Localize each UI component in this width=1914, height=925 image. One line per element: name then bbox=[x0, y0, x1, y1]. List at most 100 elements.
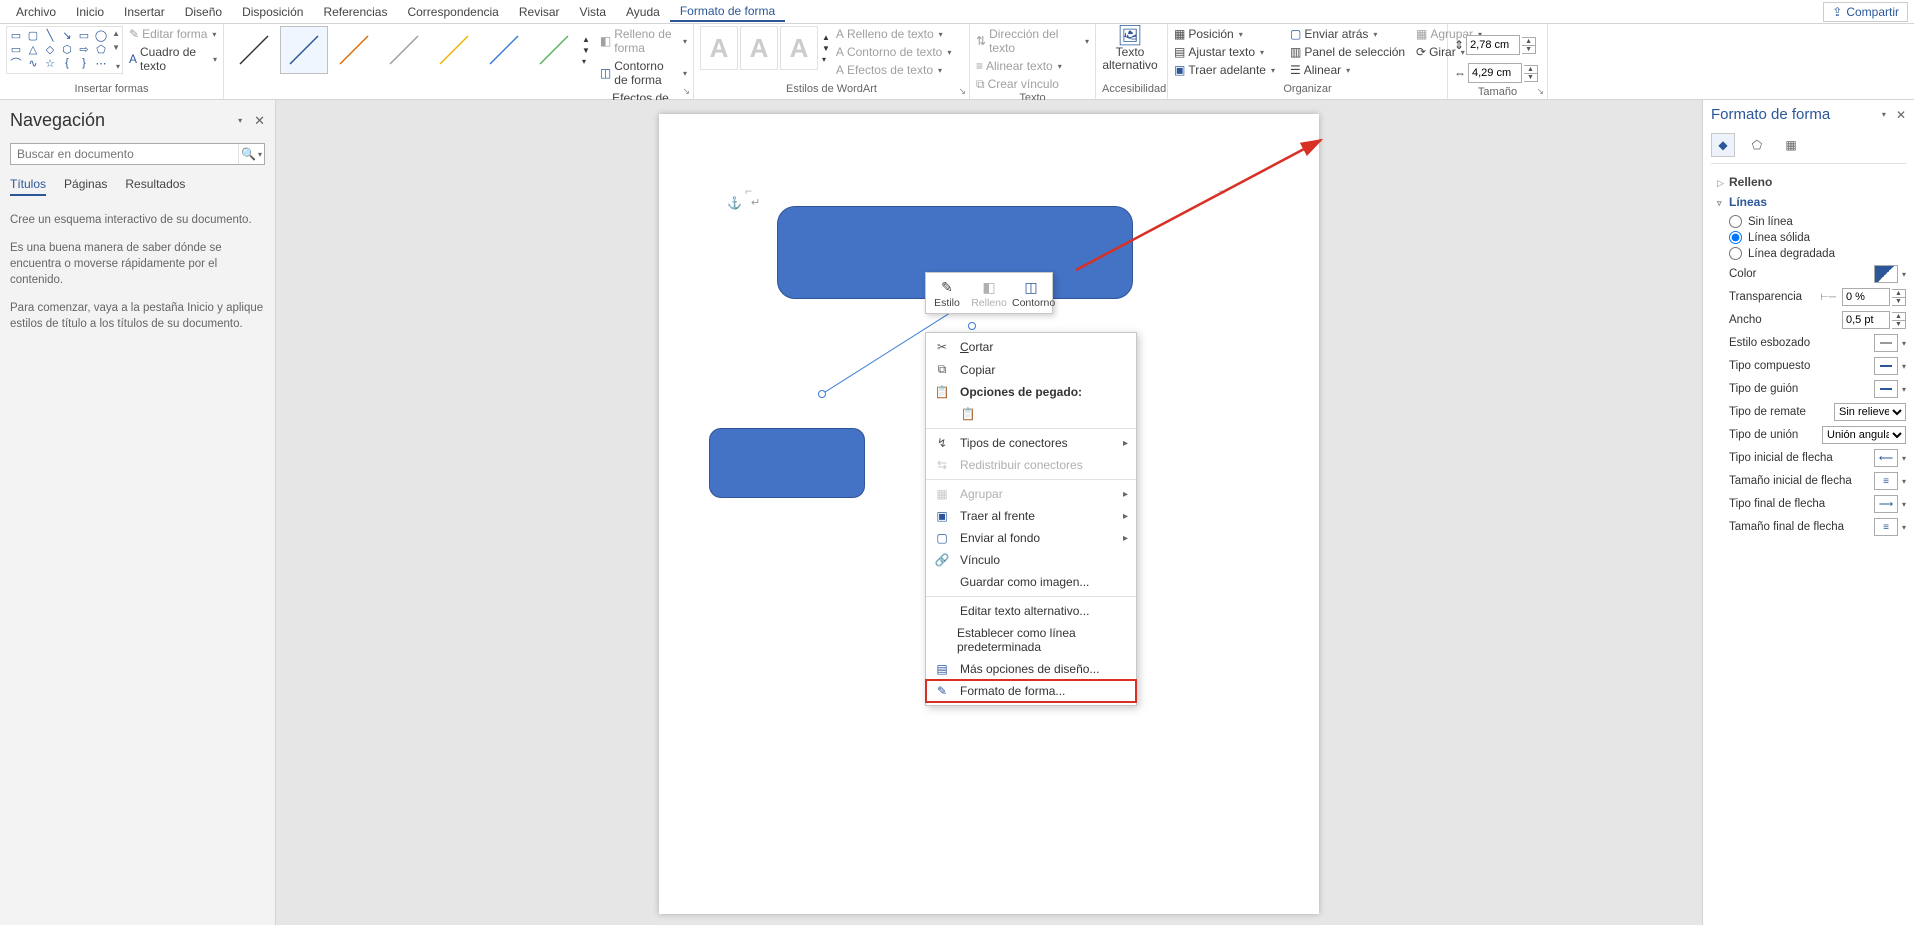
end-arrow-dropdown[interactable]: ⟶ bbox=[1874, 495, 1898, 513]
alt-text-button[interactable]: 🖼 Texto alternativo bbox=[1102, 26, 1158, 72]
ctx-sep-1 bbox=[926, 428, 1136, 429]
fp-tab-effects[interactable]: ⬠ bbox=[1745, 133, 1769, 157]
ctx-save-image[interactable]: Guardar como imagen... bbox=[926, 571, 1136, 593]
begin-size-dropdown[interactable]: ≡ bbox=[1874, 472, 1898, 490]
ctx-alt-text[interactable]: Editar texto alternativo... bbox=[926, 600, 1136, 622]
menu-vista[interactable]: Vista bbox=[570, 3, 616, 21]
wrap-text-button[interactable]: ▤Ajustar texto▾ bbox=[1174, 44, 1284, 60]
document-canvas[interactable]: ⌐ ¬ ⚓ ↵ ✎Estilo ◧Relleno ◫Contorno ✂Cort… bbox=[276, 100, 1702, 925]
edit-shape-button[interactable]: ✎Editar forma▾ bbox=[129, 26, 217, 42]
connector-handle-mid[interactable] bbox=[968, 322, 976, 330]
share-button[interactable]: ⇪Compartir bbox=[1823, 2, 1908, 22]
wordart-gallery-scroll[interactable]: ▲▼▾ bbox=[822, 33, 830, 64]
height-input[interactable] bbox=[1466, 35, 1520, 55]
nav-tabs: Títulos Páginas Resultados bbox=[10, 177, 265, 196]
radio-solid-line[interactable]: Línea sólida bbox=[1729, 231, 1906, 244]
nav-tab-pages[interactable]: Páginas bbox=[64, 177, 107, 196]
menu-inicio[interactable]: Inicio bbox=[66, 3, 114, 21]
bring-forward-button[interactable]: ▣Traer adelante▾ bbox=[1174, 62, 1284, 78]
menu-ayuda[interactable]: Ayuda bbox=[616, 3, 670, 21]
nav-body: Cree un esquema interactivo de su docume… bbox=[10, 212, 265, 345]
shape-outline-label: Contorno de forma bbox=[614, 59, 678, 87]
width-spinner[interactable]: ▲▼ bbox=[1524, 65, 1538, 82]
shape-style-gallery[interactable]: ▲▼▾ bbox=[230, 26, 590, 74]
selection-pane-button[interactable]: ▥Panel de selección bbox=[1290, 44, 1410, 60]
transparency-input[interactable] bbox=[1842, 288, 1890, 306]
textbox-button[interactable]: ACuadro de texto▾ bbox=[129, 44, 217, 74]
menu-bar: Archivo Inicio Insertar Diseño Disposici… bbox=[0, 0, 1914, 24]
ctx-bring-front[interactable]: ▣Traer al frente▸ bbox=[926, 505, 1136, 527]
wordart-launcher[interactable]: ↘ bbox=[958, 86, 966, 97]
color-dropdown[interactable]: ▾ bbox=[1902, 270, 1906, 279]
join-select[interactable]: Unión angular bbox=[1822, 426, 1906, 444]
nav-tab-titles[interactable]: Títulos bbox=[10, 177, 46, 196]
color-picker[interactable] bbox=[1874, 265, 1898, 283]
width-row: ⇔ ▲▼ bbox=[1454, 63, 1538, 83]
fp-close-button[interactable]: ✕ bbox=[1896, 108, 1906, 122]
transparency-spinner[interactable]: ▲▼ bbox=[1892, 289, 1906, 306]
text-direction-label: Dirección del texto bbox=[989, 27, 1080, 55]
text-outline-icon: A bbox=[836, 46, 844, 58]
wordart-gallery[interactable]: AAA ▲▼▾ bbox=[700, 26, 830, 70]
menu-referencias[interactable]: Referencias bbox=[313, 3, 397, 21]
align-text-button[interactable]: ≡Alinear texto▾ bbox=[976, 58, 1089, 74]
sketch-dropdown[interactable] bbox=[1874, 334, 1898, 352]
menu-formato-de-forma[interactable]: Formato de forma bbox=[670, 2, 785, 22]
shapes-gallery[interactable]: ▭▢╲↘▭◯ ▭△◇⬡⇨⬠ ⌒∿☆{}⋯ ▲ ▼ ▾ bbox=[6, 26, 123, 74]
ctx-paste-option-1[interactable]: 📋 bbox=[926, 403, 1136, 425]
create-link-button[interactable]: ⧉Crear vínculo bbox=[976, 76, 1089, 92]
align-button[interactable]: ☰Alinear▾ bbox=[1290, 62, 1410, 78]
fp-tab-layout[interactable]: ▦ bbox=[1779, 133, 1803, 157]
cap-select[interactable]: Sin relieve bbox=[1834, 403, 1906, 421]
fp-tab-fill-line[interactable]: ◆ bbox=[1711, 133, 1735, 157]
ctx-cut[interactable]: ✂Cortar bbox=[926, 336, 1136, 358]
radio-solid-label: Línea sólida bbox=[1748, 232, 1810, 244]
end-size-dropdown[interactable]: ≡ bbox=[1874, 518, 1898, 536]
radio-no-line[interactable]: Sin línea bbox=[1729, 215, 1906, 228]
menu-insertar[interactable]: Insertar bbox=[114, 3, 175, 21]
ctx-copy[interactable]: ⧉Copiar bbox=[926, 358, 1136, 381]
shape-rect-small[interactable] bbox=[709, 428, 865, 498]
line-width-input[interactable] bbox=[1842, 311, 1890, 329]
nav-search-input[interactable] bbox=[11, 144, 238, 164]
send-backward-button[interactable]: ▢Enviar atrás▾ bbox=[1290, 26, 1410, 42]
fp-lines-header[interactable]: ▿Líneas bbox=[1711, 192, 1906, 212]
shape-fill-button[interactable]: ◧Relleno de forma▾ bbox=[600, 26, 687, 56]
text-fill-button[interactable]: ARelleno de texto▾ bbox=[836, 26, 951, 42]
ctx-connector-types[interactable]: ↯Tipos de conectores▸ bbox=[926, 432, 1136, 454]
ctx-default-line[interactable]: Establecer como línea predeterminada bbox=[926, 622, 1136, 658]
gallery-scroll[interactable]: ▲▼▾ bbox=[582, 35, 590, 66]
begin-arrow-dropdown[interactable]: ⟵ bbox=[1874, 449, 1898, 467]
compound-dropdown[interactable] bbox=[1874, 357, 1898, 375]
radio-gradient-line[interactable]: Línea degradada bbox=[1729, 247, 1906, 260]
ctx-alt-label: Editar texto alternativo... bbox=[960, 604, 1089, 618]
ctx-send-back[interactable]: ▢Enviar al fondo▸ bbox=[926, 527, 1136, 549]
mini-outline[interactable]: ◫Contorno bbox=[1010, 273, 1052, 313]
ctx-more-layout[interactable]: ▤Más opciones de diseño... bbox=[926, 658, 1136, 680]
menu-correspondencia[interactable]: Correspondencia bbox=[397, 3, 508, 21]
text-direction-button[interactable]: ⇅Dirección del texto▾ bbox=[976, 26, 1089, 56]
ctx-link[interactable]: 🔗Vínculo bbox=[926, 549, 1136, 571]
shape-styles-launcher[interactable]: ↘ bbox=[682, 86, 690, 97]
size-launcher[interactable]: ↘ bbox=[1536, 86, 1544, 97]
width-input[interactable] bbox=[1468, 63, 1522, 83]
menu-disposicion[interactable]: Disposición bbox=[232, 3, 313, 21]
menu-revisar[interactable]: Revisar bbox=[509, 3, 570, 21]
text-effects-button[interactable]: AEfectos de texto▾ bbox=[836, 62, 951, 78]
connector-handle-start[interactable] bbox=[818, 390, 826, 398]
nav-search-button[interactable]: 🔍▾ bbox=[238, 144, 264, 164]
nav-tab-results[interactable]: Resultados bbox=[125, 177, 185, 196]
ctx-format-shape[interactable]: ✎Formato de forma... bbox=[926, 680, 1136, 702]
position-button[interactable]: ▦Posición▾ bbox=[1174, 26, 1284, 42]
shape-outline-button[interactable]: ◫Contorno de forma▾ bbox=[600, 58, 687, 88]
fp-fill-header[interactable]: ▷Relleno bbox=[1711, 172, 1906, 192]
text-outline-button[interactable]: AContorno de texto▾ bbox=[836, 44, 951, 60]
line-width-spinner[interactable]: ▲▼ bbox=[1892, 312, 1906, 329]
mini-style[interactable]: ✎Estilo bbox=[926, 273, 968, 313]
mini-fill[interactable]: ◧Relleno bbox=[968, 273, 1010, 313]
menu-archivo[interactable]: Archivo bbox=[6, 3, 66, 21]
height-spinner[interactable]: ▲▼ bbox=[1522, 37, 1536, 54]
menu-diseno[interactable]: Diseño bbox=[175, 3, 232, 21]
dash-dropdown[interactable] bbox=[1874, 380, 1898, 398]
fp-options-dropdown[interactable]: ▾ bbox=[1882, 110, 1886, 119]
